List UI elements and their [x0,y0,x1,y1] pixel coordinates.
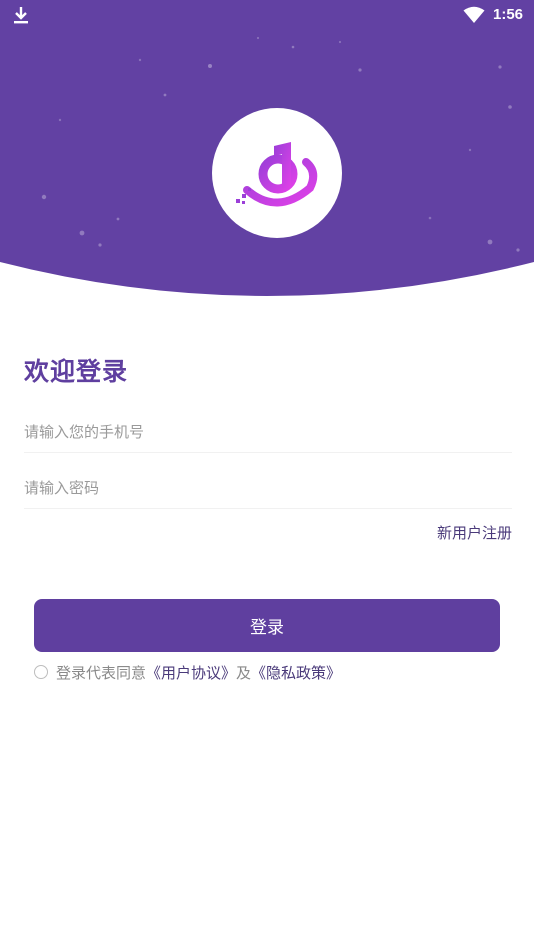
app-logo-icon [236,142,318,207]
login-button[interactable]: 登录 [34,599,500,652]
agreement-prefix: 登录代表同意 [56,663,147,682]
app-logo [212,108,342,238]
status-time: 1:56 [493,6,524,23]
phone-input-row [24,412,512,453]
status-bar: 1:56 [0,0,534,30]
agreement-checkbox[interactable] [34,665,48,679]
page-title: 欢迎登录 [24,357,129,386]
agreement-row: 登录代表同意 《用户协议》 及 《隐私政策》 [34,661,341,683]
user-agreement-link[interactable]: 《用户协议》 [146,662,236,683]
privacy-policy-link[interactable]: 《隐私政策》 [251,662,341,683]
phone-input[interactable] [24,412,512,452]
agreement-conjunction: 及 [236,663,252,682]
password-input[interactable] [24,468,512,508]
wifi-icon [463,6,485,23]
password-input-row [24,468,512,509]
header-banner: 1:56 [0,0,534,305]
register-link[interactable]: 新用户注册 [437,522,512,543]
download-icon [14,7,28,24]
